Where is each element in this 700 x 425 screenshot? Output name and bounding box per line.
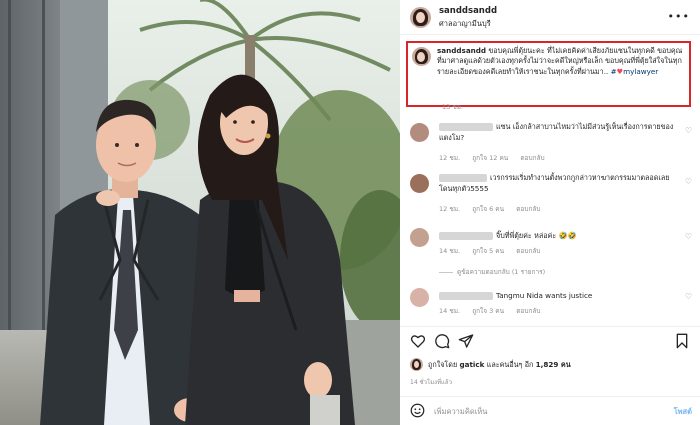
replies-line: [439, 271, 453, 273]
post-header: sanddsandd ศาลอาญามีนบุรี •••: [400, 0, 700, 34]
comment-meta: 12 ชม. ถูกใจ 12 คน ตอบกลับ: [439, 153, 555, 163]
comment-text: Tangmu Nida wants justice: [496, 291, 593, 300]
view-replies-label: ดูข้อความตอบกลับ (1 รายการ): [457, 268, 546, 276]
comment-meta: 14 ชม. ถูกใจ 3 คน ตอบกลับ: [439, 306, 550, 316]
bookmark-icon[interactable]: [674, 333, 690, 349]
heart-outline-icon[interactable]: ♡: [685, 292, 692, 301]
comment-item: จิ๊บที่พี่ตุ้ยค่ะ หล่อค่ะ 🤣🤣 14 ชม. ถูกใ…: [400, 228, 700, 286]
comment-text-block: แซน เอ็งกล้าสาบานไหมว่าไม่มีส่วนรู้เห็นเ…: [439, 121, 674, 143]
likes-summary: ถูกใจโดย gatick และคนอื่นๆ อีก 1,829 คน: [410, 357, 695, 373]
likes-text: ถูกใจโดย gatick และคนอื่นๆ อีก 1,829 คน: [428, 360, 571, 371]
post-detail-panel: sanddsandd ศาลอาญามีนบุรี ••• sanddsandd…: [400, 0, 700, 425]
comment-time[interactable]: 14 ชม.: [439, 307, 460, 315]
commenter-avatar[interactable]: [410, 288, 429, 307]
header-divider: [400, 34, 700, 35]
comment-reply-button[interactable]: ตอบกลับ: [520, 154, 544, 162]
action-bar: [400, 327, 700, 353]
comment-time[interactable]: 12 ชม.: [439, 205, 460, 213]
caption-hashtag[interactable]: mylawyer: [623, 67, 658, 76]
comment-item: Tangmu Nida wants justice 14 ชม. ถูกใจ 3…: [400, 287, 700, 323]
heart-outline-icon[interactable]: ♡: [685, 232, 692, 241]
comment-time[interactable]: 14 ชม.: [439, 247, 460, 255]
comment-reply-button[interactable]: ตอบกลับ: [516, 205, 540, 213]
comment-reply-button[interactable]: ตอบกลับ: [516, 247, 540, 255]
likes-prefix: ถูกใจโดย: [428, 360, 458, 369]
caption-text-block: sanddsandd ขอบคุณพี่ตุ้ยนะคะ ที่ไม่เคยคิ…: [437, 46, 687, 77]
commenter-username-blurred[interactable]: [439, 174, 487, 182]
commenter-username-blurred[interactable]: [439, 292, 493, 300]
comment-likes[interactable]: ถูกใจ 12 คน: [472, 154, 508, 162]
commenter-username-blurred[interactable]: [439, 232, 493, 240]
likes-middle: และคนอื่นๆ อีก: [486, 360, 534, 369]
post-timestamp[interactable]: 14 ชั่วโมงที่แล้ว: [410, 377, 452, 387]
caption-highlight-box: sanddsandd ขอบคุณพี่ตุ้ยนะคะ ที่ไม่เคยคิ…: [406, 41, 691, 111]
author-username[interactable]: sanddsandd: [439, 6, 497, 16]
comment-likes[interactable]: ถูกใจ 6 คน: [472, 205, 504, 213]
commenter-username-blurred[interactable]: [439, 123, 493, 131]
comment-text: จิ๊บที่พี่ตุ้ยค่ะ หล่อค่ะ 🤣🤣: [496, 231, 577, 240]
paper-plane-icon[interactable]: [458, 333, 474, 349]
heart-outline-icon[interactable]: ♡: [685, 177, 692, 186]
comment-meta: 14 ชม. ถูกใจ 5 คน ตอบกลับ: [439, 246, 550, 256]
caption-username[interactable]: sanddsandd: [437, 46, 486, 55]
heart-outline-icon[interactable]: ♡: [685, 126, 692, 135]
comment-item: แซน เอ็งกล้าสาบานไหมว่าไม่มีส่วนรู้เห็นเ…: [400, 121, 700, 165]
post-photo[interactable]: [0, 0, 400, 425]
heart-outline-icon[interactable]: [410, 333, 426, 349]
more-horizontal-icon[interactable]: •••: [668, 10, 690, 23]
comment-item: เวรกรรมเริ่มทำงานตั้งพวกกูกล่าวหาฆาตกรรม…: [400, 172, 700, 216]
liker-username[interactable]: gatick: [459, 360, 484, 369]
comment-meta: 12 ชม. ถูกใจ 6 คน ตอบกลับ: [439, 204, 550, 214]
commenter-avatar[interactable]: [410, 174, 429, 193]
comment-text-block: เวรกรรมเริ่มทำงานตั้งพวกกูกล่าวหาฆาตกรรม…: [439, 172, 674, 194]
comment-bubble-icon[interactable]: [434, 333, 450, 349]
likes-count[interactable]: 1,829 คน: [536, 360, 571, 369]
comment-time[interactable]: 12 ชม.: [439, 154, 460, 162]
comment-reply-button[interactable]: ตอบกลับ: [516, 307, 540, 315]
emoji-smiley-icon[interactable]: [410, 403, 425, 418]
commenter-avatar[interactable]: [410, 123, 429, 142]
caption-time[interactable]: 13 ชม.: [442, 102, 463, 112]
post-comment-button[interactable]: โพสต์: [674, 406, 692, 418]
author-avatar[interactable]: [410, 7, 431, 28]
add-comment-input[interactable]: เพิ่มความคิดเห็น: [434, 406, 487, 418]
comment-likes[interactable]: ถูกใจ 3 คน: [472, 307, 504, 315]
caption-author-avatar[interactable]: [412, 47, 431, 66]
liker-avatar[interactable]: [410, 358, 423, 371]
view-replies-button[interactable]: ดูข้อความตอบกลับ (1 รายการ): [439, 267, 545, 277]
add-comment-bar: เพิ่มความคิดเห็น โพสต์: [400, 397, 700, 425]
post-photo-illustration: [0, 0, 400, 425]
commenter-avatar[interactable]: [410, 228, 429, 247]
comment-text-block: Tangmu Nida wants justice: [439, 290, 674, 301]
post-location[interactable]: ศาลอาญามีนบุรี: [439, 18, 491, 30]
comment-likes[interactable]: ถูกใจ 5 คน: [472, 247, 504, 255]
comment-text-block: จิ๊บที่พี่ตุ้ยค่ะ หล่อค่ะ 🤣🤣: [439, 230, 674, 241]
